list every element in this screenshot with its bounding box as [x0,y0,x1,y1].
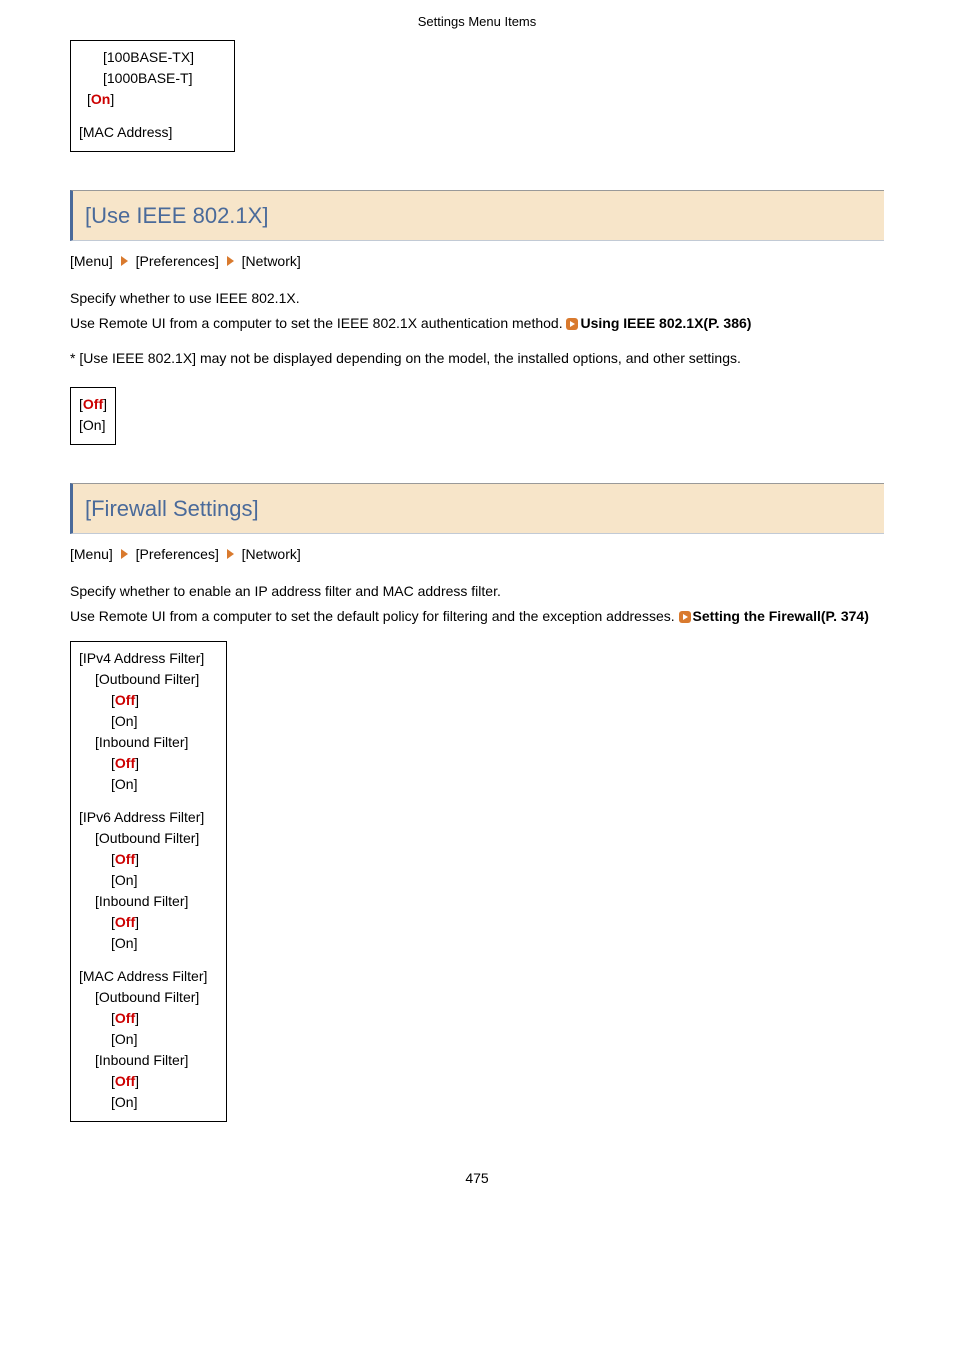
chevron-right-icon [227,549,234,559]
option-off: [Off] [79,1071,218,1092]
desc-text: Use Remote UI from a computer to set the… [70,608,679,624]
option-on: [On] [79,933,218,954]
off-value: Off [115,1010,135,1026]
option-off: [Off] [79,394,107,415]
play-icon [679,611,691,623]
bracket-close: ] [103,396,107,412]
ieee8021x-desc-1: Specify whether to use IEEE 802.1X. [70,288,884,309]
option-off: [Off] [79,753,218,774]
firewall-desc-2: Use Remote UI from a computer to set the… [70,606,884,627]
chevron-right-icon [121,549,128,559]
off-value: Off [115,755,135,771]
bracket-close: ] [135,1010,139,1026]
desc-text: Use Remote UI from a computer to set the… [70,315,566,331]
off-value: Off [115,851,135,867]
breadcrumb-item: [Network] [242,253,301,269]
section-heading-firewall: [Firewall Settings] [70,483,884,534]
filter-label: [Inbound Filter] [79,1050,218,1071]
breadcrumb-item: [Menu] [70,253,113,269]
bracket-close: ] [135,851,139,867]
bracket-close: ] [135,755,139,771]
chevron-right-icon [121,256,128,266]
breadcrumb-item: [Network] [242,546,301,562]
filter-group-title: [IPv4 Address Filter] [79,648,218,669]
option-on: [On] [79,415,107,436]
off-value: Off [83,396,103,412]
bracket-close: ] [135,1073,139,1089]
filter-label: [Outbound Filter] [79,987,218,1008]
link-using-ieee8021x[interactable]: Using IEEE 802.1X(P. 386) [580,315,751,331]
chevron-right-icon [227,256,234,266]
filter-label: [Outbound Filter] [79,828,218,849]
ethernet-settings-box: [100BASE-TX] [1000BASE-T] [On] [MAC Addr… [70,40,235,152]
filter-label: [Outbound Filter] [79,669,218,690]
option-on: [On] [79,1029,218,1050]
filter-group-title: [IPv6 Address Filter] [79,807,218,828]
filter-group-title: [MAC Address Filter] [79,966,218,987]
firewall-options-box: [IPv4 Address Filter] [Outbound Filter] … [70,641,227,1122]
option-1000base-t: [1000BASE-T] [79,68,226,89]
ieee8021x-desc-2: Use Remote UI from a computer to set the… [70,313,884,334]
play-icon [566,318,578,330]
filter-label: [Inbound Filter] [79,732,218,753]
breadcrumb-item: [Preferences] [136,546,219,562]
breadcrumb-ieee8021x: [Menu] [Preferences] [Network] [70,251,884,272]
bracket-close: ] [110,91,114,107]
option-on: [On] [79,1092,218,1113]
option-off: [Off] [79,849,218,870]
filter-label: [Inbound Filter] [79,891,218,912]
option-on: [On] [79,89,226,110]
option-on: [On] [79,774,218,795]
on-value: On [91,91,110,107]
breadcrumb-item: [Menu] [70,546,113,562]
section-heading-ieee8021x: [Use IEEE 802.1X] [70,190,884,241]
firewall-desc-1: Specify whether to enable an IP address … [70,581,884,602]
bracket-close: ] [135,692,139,708]
page-number: 475 [70,1168,884,1189]
ieee8021x-options-box: [Off] [On] [70,387,116,445]
link-setting-firewall[interactable]: Setting the Firewall(P. 374) [693,608,869,624]
mac-address-label: [MAC Address] [79,122,226,143]
bracket-close: ] [135,914,139,930]
option-off: [Off] [79,690,218,711]
off-value: Off [115,1073,135,1089]
option-off: [Off] [79,912,218,933]
option-off: [Off] [79,1008,218,1029]
off-value: Off [115,692,135,708]
option-100base-tx: [100BASE-TX] [79,47,226,68]
page-header: Settings Menu Items [70,0,884,40]
option-on: [On] [79,711,218,732]
breadcrumb-item: [Preferences] [136,253,219,269]
off-value: Off [115,914,135,930]
ieee8021x-note: * [Use IEEE 802.1X] may not be displayed… [70,348,884,369]
option-on: [On] [79,870,218,891]
breadcrumb-firewall: [Menu] [Preferences] [Network] [70,544,884,565]
